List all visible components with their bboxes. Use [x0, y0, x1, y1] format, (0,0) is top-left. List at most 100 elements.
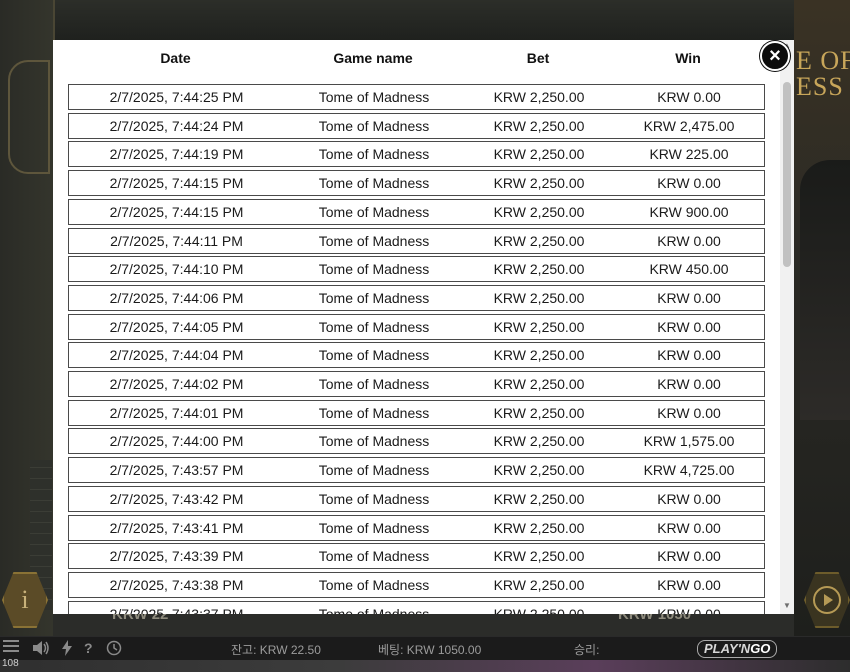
- row-date: 2/7/2025, 7:43:38 PM: [109, 576, 244, 593]
- row-date: 2/7/2025, 7:44:15 PM: [109, 203, 244, 220]
- row-bet: KRW 2,250.00: [493, 605, 585, 614]
- table-row: 2/7/2025, 7:44:15 PM Tome of Madness KRW 2…: [68, 198, 765, 225]
- row-game-name: Tome of Madness: [318, 203, 430, 220]
- character-figure: [800, 160, 850, 420]
- row-win: KRW 0.00: [657, 548, 721, 565]
- row-bet: KRW 2,250.00: [493, 232, 585, 249]
- row-date: 2/7/2025, 7:44:19 PM: [109, 146, 244, 163]
- row-date: 2/7/2025, 7:43:42 PM: [109, 490, 244, 507]
- history-icon[interactable]: [106, 640, 122, 659]
- row-win: KRW 2,475.00: [643, 117, 735, 134]
- table-header: Date Game name Bet Win: [68, 50, 765, 72]
- row-date: 2/7/2025, 7:43:37 PM: [109, 605, 244, 614]
- row-bet: KRW 2,250.00: [493, 117, 585, 134]
- row-date: 2/7/2025, 7:44:04 PM: [109, 347, 244, 364]
- speaker-icon[interactable]: [32, 640, 50, 659]
- row-date: 2/7/2025, 7:44:06 PM: [109, 289, 244, 306]
- header-bet: Bet: [526, 50, 550, 66]
- game-logo-fragment: E OF ESS: [796, 46, 850, 101]
- status-bar: ? 잔고: KRW 22.50 베팅: KRW 1050.00 승리: PLAY…: [0, 636, 850, 661]
- frame-ornament: [8, 60, 50, 174]
- scrollbar-thumb[interactable]: [783, 82, 791, 267]
- row-bet: KRW 2,250.00: [493, 576, 585, 593]
- menu-icon[interactable]: [3, 639, 19, 656]
- row-game-name: Tome of Madness: [318, 289, 430, 306]
- row-bet: KRW 2,250.00: [493, 89, 585, 105]
- scroll-down-arrow[interactable]: ▼: [780, 600, 794, 612]
- row-game-name: Tome of Madness: [318, 548, 430, 565]
- row-bet: KRW 2,250.00: [493, 490, 585, 507]
- row-date: 2/7/2025, 7:43:57 PM: [109, 462, 244, 479]
- row-win: KRW 0.00: [657, 289, 721, 306]
- row-game-name: Tome of Madness: [318, 404, 430, 421]
- balance-text: 잔고: KRW 22.50: [231, 643, 321, 657]
- row-win: KRW 1,575.00: [643, 433, 735, 450]
- row-date: 2/7/2025, 7:44:05 PM: [109, 318, 244, 335]
- playngo-logo: PLAY'NGO: [697, 640, 778, 658]
- row-date: 2/7/2025, 7:43:39 PM: [109, 548, 244, 565]
- row-bet: KRW 2,250.00: [493, 404, 585, 421]
- game-right-panel: E OF ESS: [794, 0, 850, 636]
- row-bet: KRW 2,250.00: [493, 146, 585, 163]
- row-game-name: Tome of Madness: [318, 117, 430, 134]
- table-row: 2/7/2025, 7:44:06 PM Tome of Madness KRW 2…: [68, 284, 765, 311]
- row-bet: KRW 2,250.00: [493, 462, 585, 479]
- table-row: 2/7/2025, 7:44:19 PM Tome of Madness KRW 2…: [68, 141, 765, 168]
- row-date: 2/7/2025, 7:43:41 PM: [109, 519, 244, 536]
- row-game-name: Tome of Madness: [318, 347, 430, 364]
- row-bet: KRW 2,250.00: [493, 203, 585, 220]
- row-game-name: Tome of Madness: [318, 433, 430, 450]
- row-game-name: Tome of Madness: [318, 175, 430, 192]
- row-bet: KRW 2,250.00: [493, 289, 585, 306]
- row-date: 2/7/2025, 7:44:00 PM: [109, 433, 244, 450]
- row-game-name: Tome of Madness: [318, 576, 430, 593]
- close-button[interactable]: ×: [760, 41, 790, 71]
- row-bet: KRW 2,250.00: [493, 175, 585, 192]
- row-win: KRW 0.00: [657, 318, 721, 335]
- row-bet: KRW 2,250.00: [493, 548, 585, 565]
- row-win: KRW 0.00: [657, 519, 721, 536]
- bet-amount-text: 베팅: KRW 1050.00: [378, 643, 482, 657]
- table-row: 2/7/2025, 7:44:15 PM Tome of Madness KRW 2…: [68, 170, 765, 197]
- table-row: 2/7/2025, 7:43:57 PM Tome of Madness KRW 2…: [68, 457, 765, 484]
- row-win: KRW 900.00: [649, 203, 729, 220]
- row-game-name: Tome of Madness: [318, 146, 430, 163]
- row-win: KRW 0.00: [657, 175, 721, 192]
- row-game-name: Tome of Madness: [318, 519, 430, 536]
- table-row: 2/7/2025, 7:44:11 PM Tome of Madness KRW 2…: [68, 227, 765, 254]
- row-game-name: Tome of Madness: [318, 490, 430, 507]
- game-left-frame: [0, 0, 55, 636]
- row-game-name: Tome of Madness: [318, 89, 430, 105]
- header-date: Date: [160, 50, 191, 66]
- bottom-edge: 108: [0, 658, 850, 672]
- table-row: 2/7/2025, 7:44:25 PM Tome of Madness KRW 2…: [68, 84, 765, 110]
- row-game-name: Tome of Madness: [318, 232, 430, 249]
- row-game-name: Tome of Madness: [318, 318, 430, 335]
- table-row: 2/7/2025, 7:43:42 PM Tome of Madness KRW 2…: [68, 485, 765, 512]
- row-game-name: Tome of Madness: [318, 376, 430, 392]
- lightning-icon[interactable]: [62, 640, 72, 659]
- table-row: 2/7/2025, 7:43:39 PM Tome of Madness KRW 2…: [68, 543, 765, 570]
- row-date: 2/7/2025, 7:44:02 PM: [109, 376, 244, 392]
- row-win: KRW 4,725.00: [643, 462, 735, 479]
- row-win: KRW 0.00: [657, 89, 721, 105]
- row-win: KRW 0.00: [657, 232, 721, 249]
- play-icon: [813, 586, 841, 614]
- table-row: 2/7/2025, 7:43:41 PM Tome of Madness KRW 2…: [68, 514, 765, 541]
- game-reels-top: [53, 0, 794, 40]
- row-game-name: Tome of Madness: [318, 462, 430, 479]
- table-row: 2/7/2025, 7:44:00 PM Tome of Madness KRW 2…: [68, 428, 765, 455]
- info-icon: i: [21, 585, 29, 614]
- table-row: 2/7/2025, 7:44:10 PM Tome of Madness KRW 2…: [68, 256, 765, 283]
- scrollbar[interactable]: ▲ ▼: [780, 40, 794, 614]
- table-row: 2/7/2025, 7:44:01 PM Tome of Madness KRW 2…: [68, 399, 765, 426]
- row-date: 2/7/2025, 7:44:25 PM: [109, 89, 244, 105]
- row-game-name: Tome of Madness: [318, 605, 430, 614]
- row-date: 2/7/2025, 7:44:10 PM: [109, 261, 244, 278]
- table-row: 2/7/2025, 7:44:02 PM Tome of Madness KRW 2…: [68, 371, 765, 397]
- row-win: KRW 225.00: [649, 146, 729, 163]
- help-button[interactable]: ?: [84, 640, 93, 656]
- row-date: 2/7/2025, 7:44:11 PM: [110, 232, 243, 249]
- row-win: KRW 0.00: [657, 605, 721, 614]
- row-bet: KRW 2,250.00: [493, 347, 585, 364]
